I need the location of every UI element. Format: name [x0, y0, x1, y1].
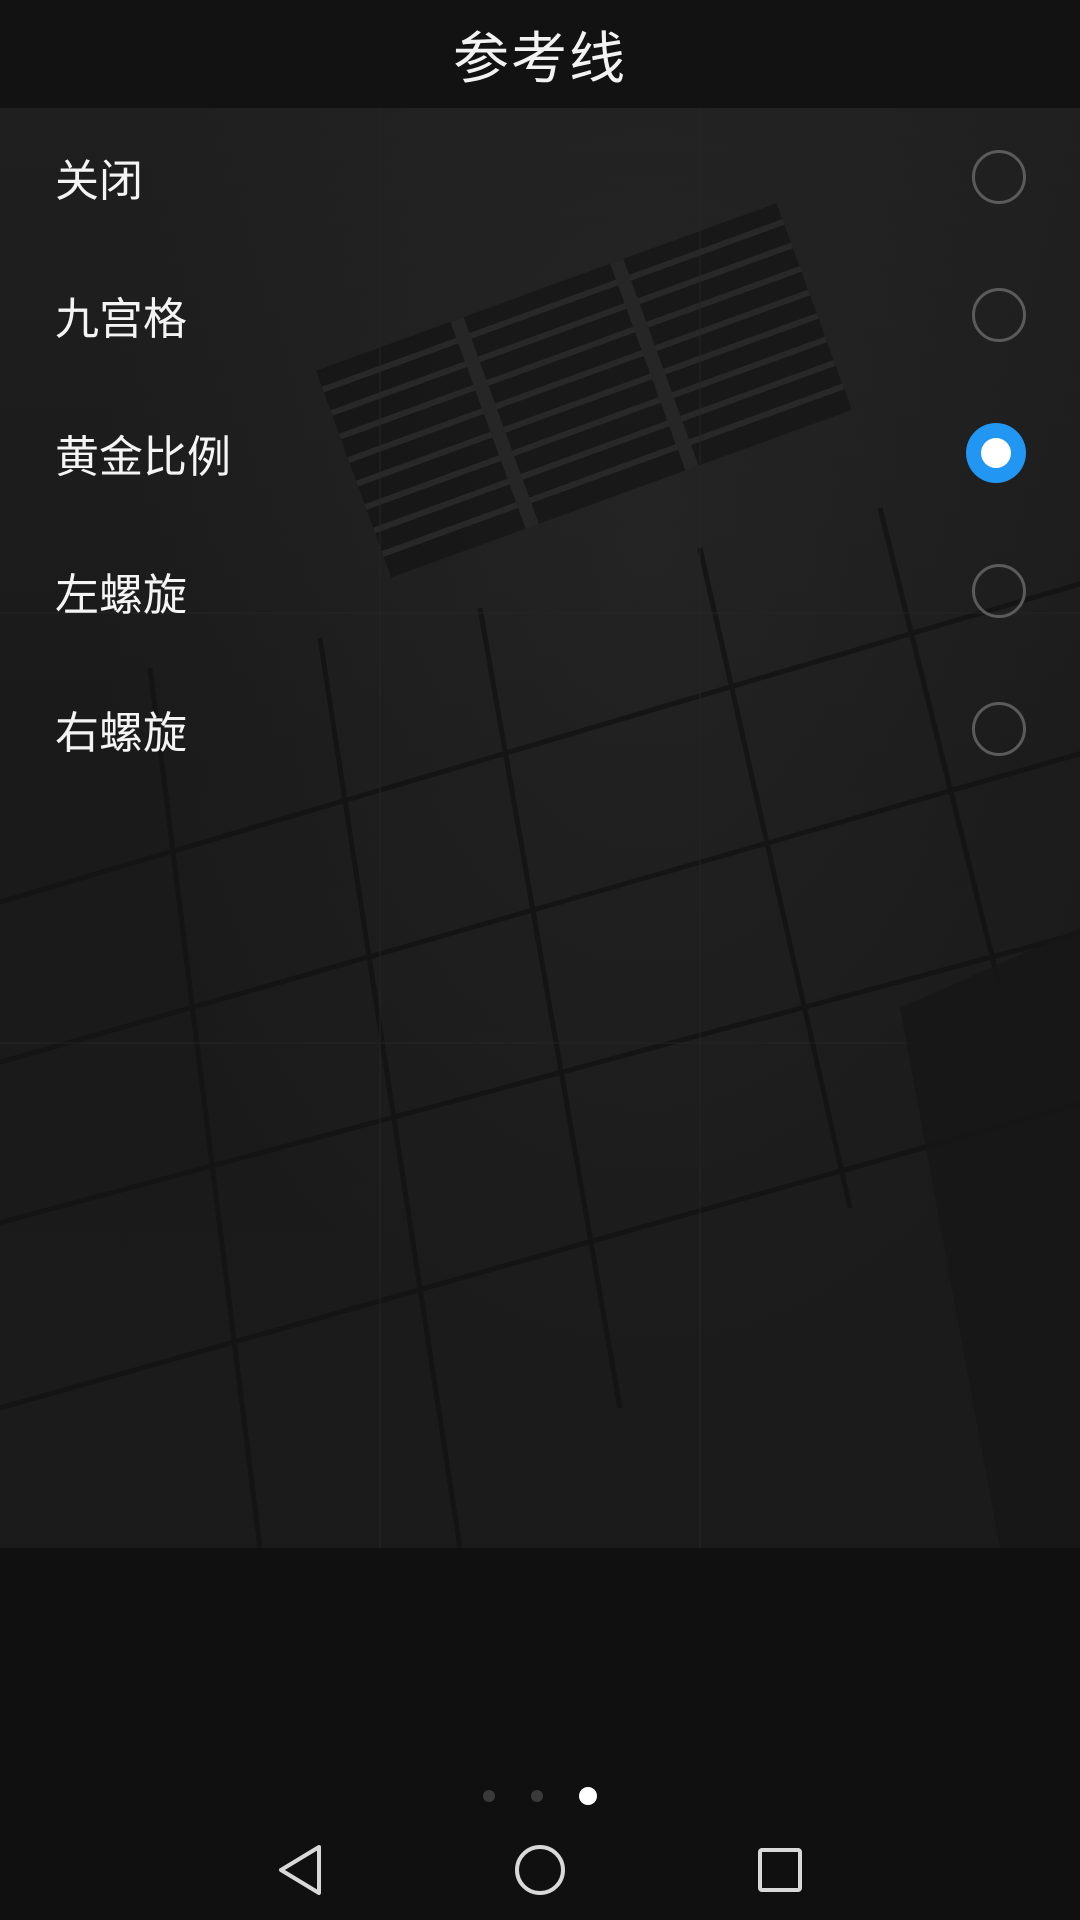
gridline-options: 关闭 九宫格 黄金比例 左螺旋 右螺旋: [0, 108, 1080, 798]
page-dot-active[interactable]: [579, 1787, 597, 1805]
radio-button-selected[interactable]: [966, 423, 1026, 483]
page-title: 参考线: [453, 26, 627, 92]
radio-button[interactable]: [972, 150, 1026, 204]
option-label: 左螺旋: [55, 570, 187, 621]
page-dot[interactable]: [531, 1790, 543, 1802]
option-label: 黄金比例: [55, 432, 231, 483]
option-label: 九宫格: [55, 294, 187, 345]
back-icon: [279, 1845, 321, 1895]
option-label: 关闭: [55, 156, 143, 207]
option-label: 右螺旋: [55, 708, 187, 759]
title-bar: 参考线: [0, 0, 1080, 108]
page-dot[interactable]: [483, 1790, 495, 1802]
option-golden-ratio[interactable]: 黄金比例: [0, 384, 1080, 522]
navigation-bar: [0, 1820, 1080, 1920]
recents-icon: [758, 1848, 802, 1892]
recents-button[interactable]: [720, 1820, 840, 1920]
back-button[interactable]: [240, 1820, 360, 1920]
page-indicator: [0, 1786, 1080, 1806]
radio-button[interactable]: [972, 288, 1026, 342]
option-right-spiral[interactable]: 右螺旋: [0, 660, 1080, 798]
option-left-spiral[interactable]: 左螺旋: [0, 522, 1080, 660]
option-grid[interactable]: 九宫格: [0, 246, 1080, 384]
radio-button[interactable]: [972, 702, 1026, 756]
home-button[interactable]: [480, 1820, 600, 1920]
option-off[interactable]: 关闭: [0, 108, 1080, 246]
home-icon: [515, 1845, 565, 1895]
radio-button[interactable]: [972, 564, 1026, 618]
